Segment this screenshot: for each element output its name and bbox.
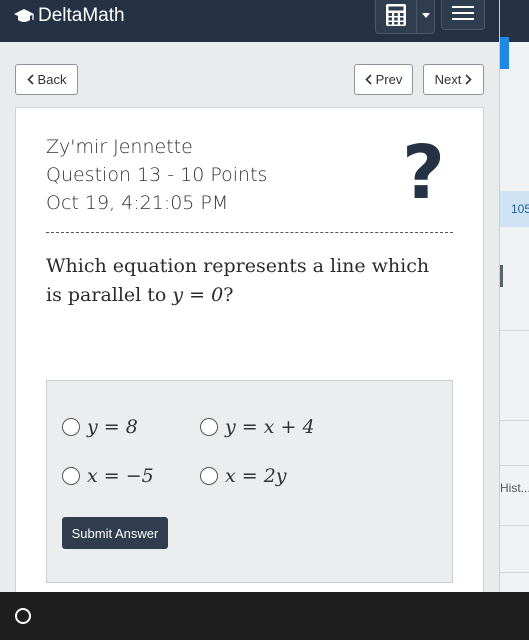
caret-down-icon[interactable] [417, 0, 434, 33]
choice-label: x = −5 [87, 465, 154, 487]
launcher-circle-icon[interactable] [15, 608, 31, 624]
background-blue-button[interactable] [500, 37, 509, 69]
background-page: 105 Hist... [500, 0, 529, 592]
radio-button[interactable] [200, 418, 218, 436]
back-label: Back [37, 72, 67, 87]
choice-1[interactable]: y = 8 [62, 416, 138, 438]
question-meta: Zy'mir Jennette Question 13 - 10 Points … [46, 133, 267, 217]
student-name: Zy'mir Jennette [46, 136, 193, 158]
background-history-link[interactable]: Hist... [500, 481, 529, 499]
choice-4[interactable]: x = 2y [200, 465, 287, 487]
calculator-icon [386, 4, 406, 26]
question-panel: DeltaMath Back Prev Next Zy'mir Jennette… [0, 0, 500, 592]
brand-logo[interactable]: DeltaMath [13, 0, 125, 32]
question-prompt: Which equation represents a line which i… [46, 252, 446, 310]
prev-button[interactable]: Prev [354, 64, 413, 95]
question-card: Zy'mir Jennette Question 13 - 10 Points … [15, 107, 484, 592]
prompt-equation: y = 0 [172, 284, 224, 306]
radio-button[interactable] [62, 467, 80, 485]
question-mark-icon: ? [402, 130, 445, 216]
background-score-cell: 105 [500, 191, 529, 227]
top-navbar: DeltaMath [0, 0, 499, 42]
background-divider [500, 572, 529, 573]
background-divider [500, 525, 529, 526]
choice-label: y = 8 [87, 416, 138, 438]
background-divider [500, 330, 529, 331]
taskbar [0, 592, 529, 640]
hamburger-menu-button[interactable] [441, 0, 485, 30]
choice-label: y = x + 4 [225, 416, 315, 438]
calculator-dropdown[interactable] [375, 0, 435, 34]
choice-3[interactable]: x = −5 [62, 465, 154, 487]
next-label: Next [434, 72, 462, 87]
chevron-left-icon [26, 74, 34, 85]
answer-choices: y = 8 y = x + 4 x = −5 x = 2y Submit Ans… [46, 380, 453, 583]
calculator-button[interactable] [376, 0, 417, 33]
prompt-text: Which equation represents a line which i… [46, 255, 430, 306]
submit-answer-button[interactable]: Submit Answer [62, 517, 168, 549]
background-divider [500, 420, 529, 421]
dashed-divider [46, 232, 453, 233]
brand-name: DeltaMath [38, 5, 125, 26]
chevron-right-icon [465, 74, 472, 85]
hamburger-icon [452, 6, 474, 8]
background-navbar [500, 0, 529, 42]
background-divider [500, 465, 529, 466]
background-scrollbar [500, 265, 503, 287]
next-button[interactable]: Next [423, 64, 484, 95]
question-title: Question 13 - 10 Points [46, 164, 268, 186]
back-button[interactable]: Back [15, 64, 78, 95]
choice-label: x = 2y [225, 465, 287, 487]
question-timestamp: Oct 19, 4:21:05 PM [46, 192, 229, 214]
radio-button[interactable] [62, 418, 80, 436]
graduation-cap-icon [14, 9, 34, 22]
choice-2[interactable]: y = x + 4 [200, 416, 315, 438]
prev-label: Prev [375, 72, 403, 87]
radio-button[interactable] [200, 467, 218, 485]
chevron-left-icon [364, 74, 372, 85]
prompt-end: ? [223, 284, 234, 306]
